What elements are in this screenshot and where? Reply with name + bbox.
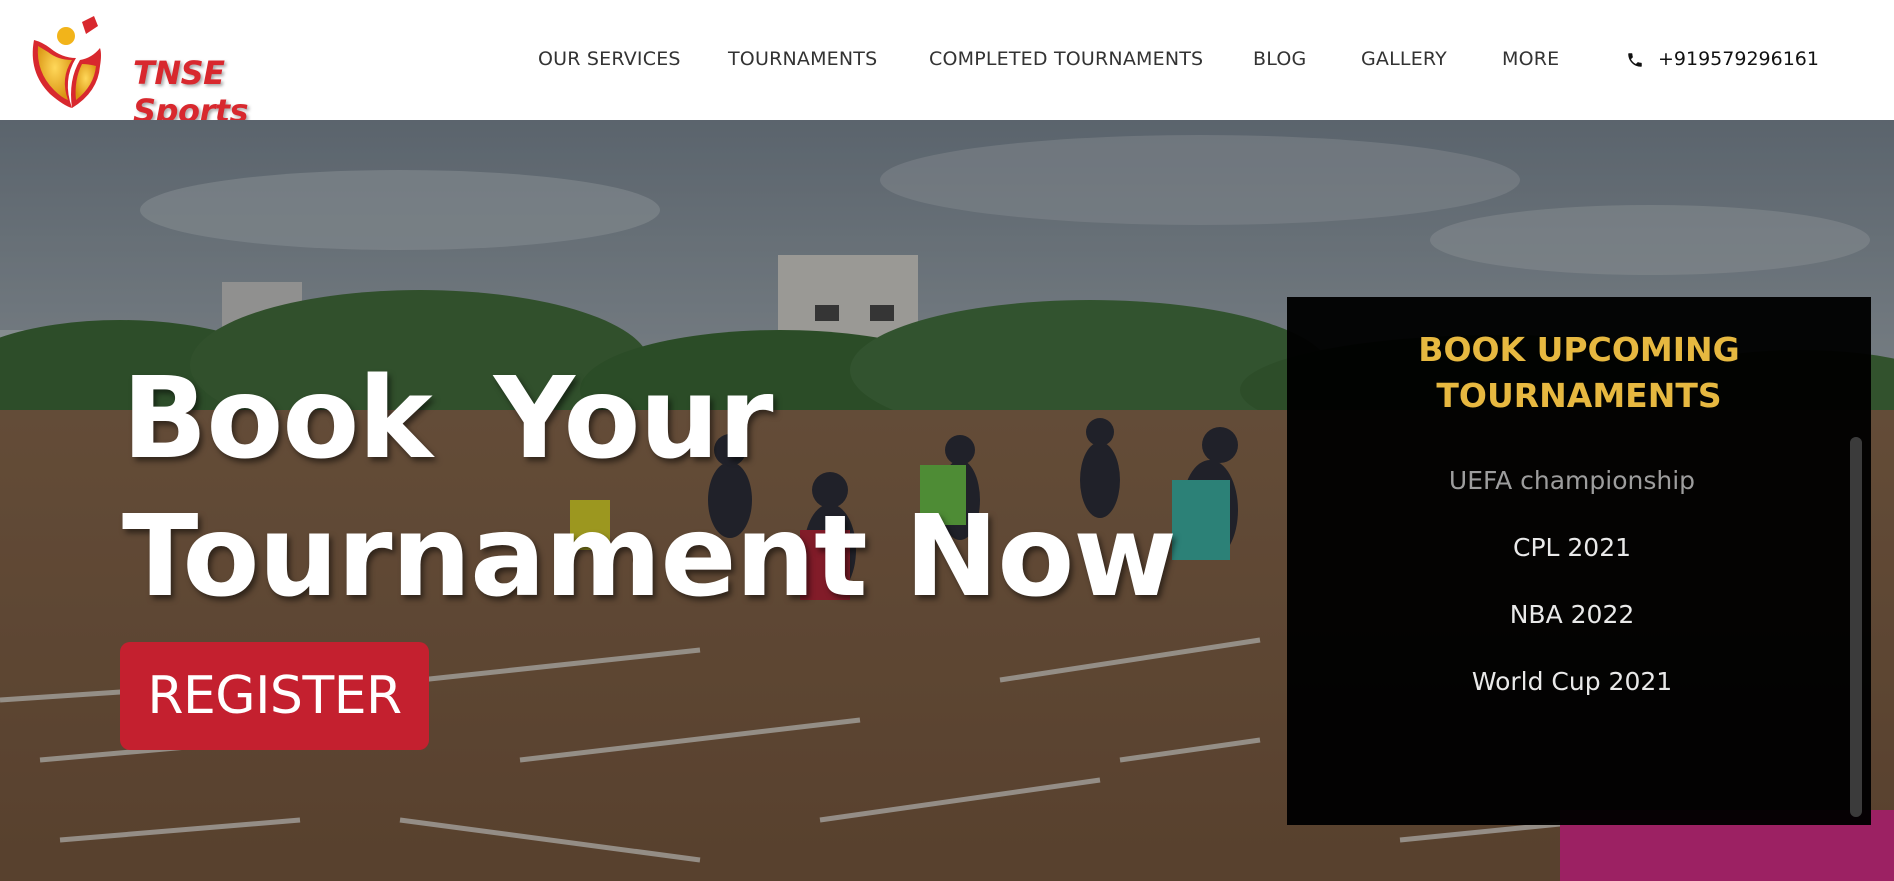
panel-title: BOOK UPCOMING TOURNAMENTS [1287, 327, 1871, 419]
nav-tournaments[interactable]: TOURNAMENTS [728, 48, 877, 70]
nav-blog[interactable]: BLOG [1253, 48, 1306, 70]
site-header: TNSE Sports OUR SERVICES TOURNAMENTS COM… [0, 0, 1894, 130]
nav-our-services[interactable]: OUR SERVICES [538, 48, 681, 70]
phone-number: +919579296161 [1658, 48, 1819, 70]
tournament-item[interactable]: CPL 2021 [1287, 514, 1857, 581]
nav-completed-tournaments[interactable]: COMPLETED TOURNAMENTS [929, 48, 1203, 70]
brand-name: TNSE Sports [133, 54, 249, 130]
tournament-item[interactable]: NBA 2022 [1287, 581, 1857, 648]
upcoming-tournaments-panel: BOOK UPCOMING TOURNAMENTS UEFA champions… [1287, 297, 1871, 825]
tournament-item[interactable]: UEFA championship [1287, 447, 1857, 514]
phone-icon [1628, 53, 1642, 67]
hero-title-line1: Book Your [122, 354, 773, 484]
tournament-item[interactable]: World Cup 2021 [1287, 648, 1857, 715]
panel-title-line2: TOURNAMENTS [1436, 376, 1722, 415]
register-button[interactable]: REGISTER [120, 642, 429, 750]
logo-emblem-icon [32, 16, 101, 108]
tournament-list-scrollbar[interactable] [1850, 437, 1862, 817]
tournament-list: UEFA championship CPL 2021 NBA 2022 Worl… [1287, 447, 1857, 715]
hero-title: Book Your Tournament Now [122, 350, 1177, 626]
nav-more[interactable]: MORE [1502, 48, 1559, 70]
hero-title-line2: Tournament Now [122, 492, 1177, 622]
brand-logo[interactable]: TNSE Sports [28, 14, 328, 130]
panel-title-line1: BOOK UPCOMING [1418, 330, 1740, 369]
hero-section: Book Your Tournament Now REGISTER BOOK U… [0, 120, 1894, 881]
nav-gallery[interactable]: GALLERY [1361, 48, 1447, 70]
scrollbar-thumb[interactable] [1850, 437, 1862, 817]
